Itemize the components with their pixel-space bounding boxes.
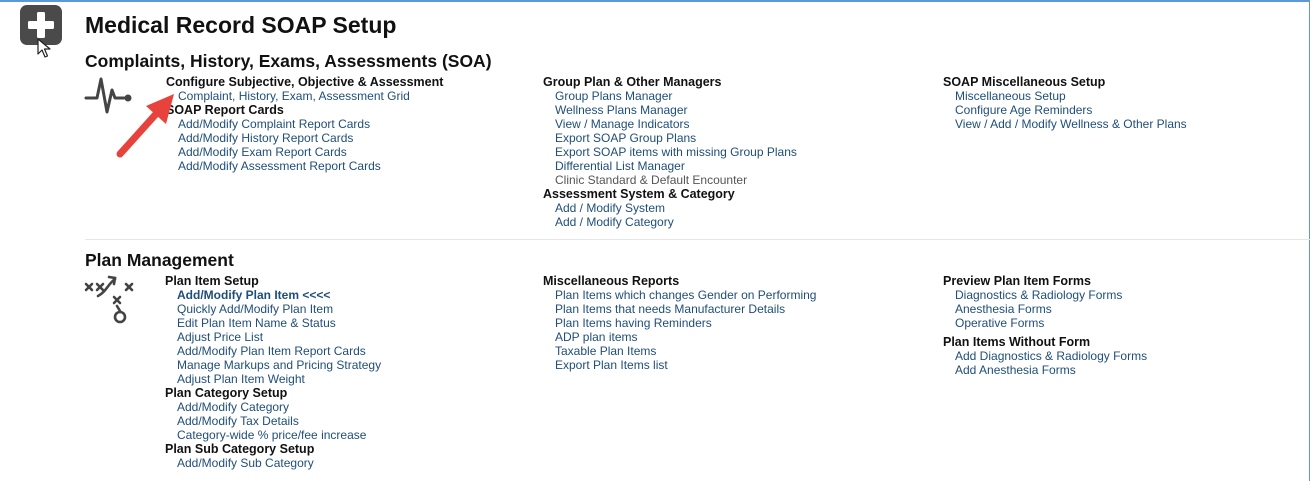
link-complaint-history-exam-assessment-grid[interactable]: Complaint, History, Exam, Assessment Gri… xyxy=(166,89,443,103)
window-top-border xyxy=(0,0,1310,2)
link-manage-indicators[interactable]: View / Manage Indicators xyxy=(543,117,797,131)
group-soap-misc-setup: SOAP Miscellaneous Setup Miscellaneous S… xyxy=(943,75,1187,131)
link-plan-item-report-cards[interactable]: Add/Modify Plan Item Report Cards xyxy=(165,344,381,358)
group-header: Plan Items Without Form xyxy=(943,335,1091,349)
link-complaint-report-cards[interactable]: Add/Modify Complaint Report Cards xyxy=(166,117,443,131)
group-soap-report-cards: SOAP Report Cards Add/Modify Complaint R… xyxy=(166,103,443,173)
link-add-modify-sub-category[interactable]: Add/Modify Sub Category xyxy=(165,456,381,470)
group-header: Plan Sub Category Setup xyxy=(165,442,315,456)
group-plan-item-setup: Plan Item Setup Add/Modify Plan Item <<<… xyxy=(165,274,381,386)
link-manufacturer-details-plan-items[interactable]: Plan Items that needs Manufacturer Detai… xyxy=(543,302,816,316)
link-anesthesia-forms[interactable]: Anesthesia Forms xyxy=(943,302,1147,316)
mouse-cursor-icon xyxy=(37,38,51,58)
link-wellness-other-plans[interactable]: View / Add / Modify Wellness & Other Pla… xyxy=(943,117,1187,131)
page-title: Medical Record SOAP Setup xyxy=(85,12,397,38)
section-title-plan: Plan Management xyxy=(85,250,234,270)
link-export-plan-items-list[interactable]: Export Plan Items list xyxy=(543,358,816,372)
group-miscellaneous-reports: Miscellaneous Reports Plan Items which c… xyxy=(543,274,816,372)
group-header: Plan Category Setup xyxy=(165,386,288,400)
link-differential-list-manager[interactable]: Differential List Manager xyxy=(543,159,797,173)
soa-column-1: Configure Subjective, Objective & Assess… xyxy=(166,75,443,173)
link-quickly-add-modify-plan-item[interactable]: Quickly Add/Modify Plan Item xyxy=(165,302,381,316)
link-operative-forms[interactable]: Operative Forms xyxy=(943,316,1147,330)
soa-column-3: SOAP Miscellaneous Setup Miscellaneous S… xyxy=(943,75,1187,131)
group-header: Miscellaneous Reports xyxy=(543,274,680,288)
group-header: SOAP Miscellaneous Setup xyxy=(943,75,1106,89)
group-plan-items-without-form: Plan Items Without Form Add Diagnostics … xyxy=(943,335,1147,377)
link-export-soap-group-plans[interactable]: Export SOAP Group Plans xyxy=(543,131,797,145)
group-header: Group Plan & Other Managers xyxy=(543,75,722,89)
link-add-modify-plan-item[interactable]: Add/Modify Plan Item <<<< xyxy=(165,288,381,302)
link-add-anesthesia-forms[interactable]: Add Anesthesia Forms xyxy=(943,363,1147,377)
link-export-soap-missing-group-plans[interactable]: Export SOAP items with missing Group Pla… xyxy=(543,145,797,159)
group-header: Assessment System & Category xyxy=(543,187,735,201)
plan-column-2: Miscellaneous Reports Plan Items which c… xyxy=(543,274,816,372)
link-assessment-report-cards[interactable]: Add/Modify Assessment Report Cards xyxy=(166,159,443,173)
link-add-modify-tax-details[interactable]: Add/Modify Tax Details xyxy=(165,414,381,428)
link-add-modify-category[interactable]: Add / Modify Category xyxy=(543,215,797,229)
group-header: Plan Item Setup xyxy=(165,274,259,288)
red-arrow-icon xyxy=(116,94,174,158)
soa-column-2: Group Plan & Other Managers Group Plans … xyxy=(543,75,797,229)
group-plan-sub-category-setup: Plan Sub Category Setup Add/Modify Sub C… xyxy=(165,442,381,470)
link-clinic-standard-default-encounter: Clinic Standard & Default Encounter xyxy=(555,173,748,187)
group-preview-plan-item-forms: Preview Plan Item Forms Diagnostics & Ra… xyxy=(943,274,1147,330)
group-plan-category-setup: Plan Category Setup Add/Modify Category … xyxy=(165,386,381,442)
section-title-soa: Complaints, History, Exams, Assessments … xyxy=(85,51,492,71)
link-category-wide-price-increase[interactable]: Category-wide % price/fee increase xyxy=(165,428,381,442)
plan-column-1: Plan Item Setup Add/Modify Plan Item <<<… xyxy=(165,274,381,470)
group-configure-soa: Configure Subjective, Objective & Assess… xyxy=(166,75,443,103)
section-divider xyxy=(85,239,1310,240)
link-edit-plan-item-name-status[interactable]: Edit Plan Item Name & Status xyxy=(165,316,381,330)
group-header: SOAP Report Cards xyxy=(166,103,284,117)
link-configure-age-reminders[interactable]: Configure Age Reminders xyxy=(943,103,1187,117)
link-taxable-plan-items[interactable]: Taxable Plan Items xyxy=(543,344,816,358)
link-miscellaneous-setup[interactable]: Miscellaneous Setup xyxy=(943,89,1187,103)
group-header: Configure Subjective, Objective & Assess… xyxy=(166,75,444,89)
link-add-diagnostics-radiology-forms[interactable]: Add Diagnostics & Radiology Forms xyxy=(943,349,1147,363)
link-plan-items-reminders[interactable]: Plan Items having Reminders xyxy=(543,316,816,330)
link-gender-changing-plan-items[interactable]: Plan Items which changes Gender on Perfo… xyxy=(543,288,816,302)
link-add-modify-system[interactable]: Add / Modify System xyxy=(543,201,797,215)
link-manage-markups-pricing[interactable]: Manage Markups and Pricing Strategy xyxy=(165,358,381,372)
group-assessment-system-category: Assessment System & Category Add / Modif… xyxy=(543,187,797,229)
link-diagnostics-radiology-forms[interactable]: Diagnostics & Radiology Forms xyxy=(943,288,1147,302)
plus-icon xyxy=(28,12,54,38)
link-history-report-cards[interactable]: Add/Modify History Report Cards xyxy=(166,131,443,145)
link-adp-plan-items[interactable]: ADP plan items xyxy=(543,330,816,344)
link-adjust-price-list[interactable]: Adjust Price List xyxy=(165,330,381,344)
link-adjust-plan-item-weight[interactable]: Adjust Plan Item Weight xyxy=(165,372,381,386)
group-header: Preview Plan Item Forms xyxy=(943,274,1091,288)
group-group-plan-managers: Group Plan & Other Managers Group Plans … xyxy=(543,75,797,187)
link-add-modify-category[interactable]: Add/Modify Category xyxy=(165,400,381,414)
link-wellness-plans-manager[interactable]: Wellness Plans Manager xyxy=(543,103,797,117)
plan-column-3: Preview Plan Item Forms Diagnostics & Ra… xyxy=(943,274,1147,377)
play-diagram-icon xyxy=(84,275,134,324)
link-group-plans-manager[interactable]: Group Plans Manager xyxy=(543,89,797,103)
link-exam-report-cards[interactable]: Add/Modify Exam Report Cards xyxy=(166,145,443,159)
